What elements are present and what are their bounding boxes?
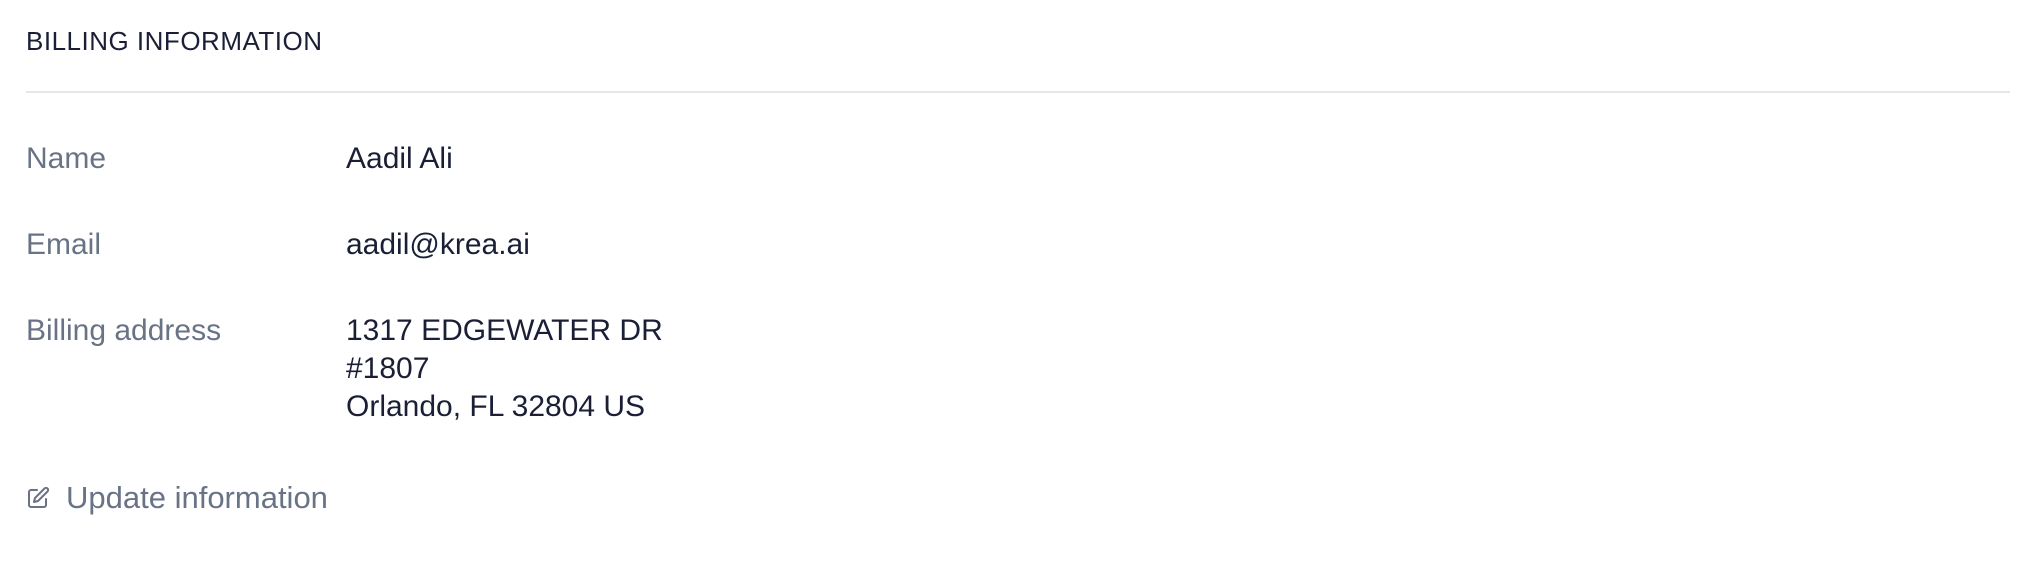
- billing-address-label: Billing address: [26, 314, 222, 347]
- section-title: BILLING INFORMATION: [26, 26, 323, 56]
- update-information-label: Update information: [66, 480, 328, 515]
- section-divider: [26, 91, 2010, 93]
- address-line-3: Orlando, FL 32804 US: [346, 390, 646, 423]
- name-label: Name: [26, 142, 107, 175]
- email-value: aadil@krea.ai: [346, 228, 530, 261]
- billing-information-panel: BILLING INFORMATION Name Aadil Ali Email…: [0, 0, 2040, 566]
- billing-address-value: 1317 EDGEWATER DR #1807 Orlando, FL 3280…: [346, 312, 663, 426]
- name-row: Name Aadil Ali: [26, 140, 453, 178]
- update-information-link[interactable]: Update information: [26, 480, 328, 516]
- address-line-2: #1807: [346, 352, 430, 385]
- edit-icon: [26, 486, 50, 510]
- name-value: Aadil Ali: [346, 142, 453, 175]
- email-label: Email: [26, 228, 102, 261]
- address-line-1: 1317 EDGEWATER DR: [346, 314, 663, 347]
- billing-address-row: Billing address 1317 EDGEWATER DR #1807 …: [26, 312, 663, 426]
- email-row: Email aadil@krea.ai: [26, 226, 530, 264]
